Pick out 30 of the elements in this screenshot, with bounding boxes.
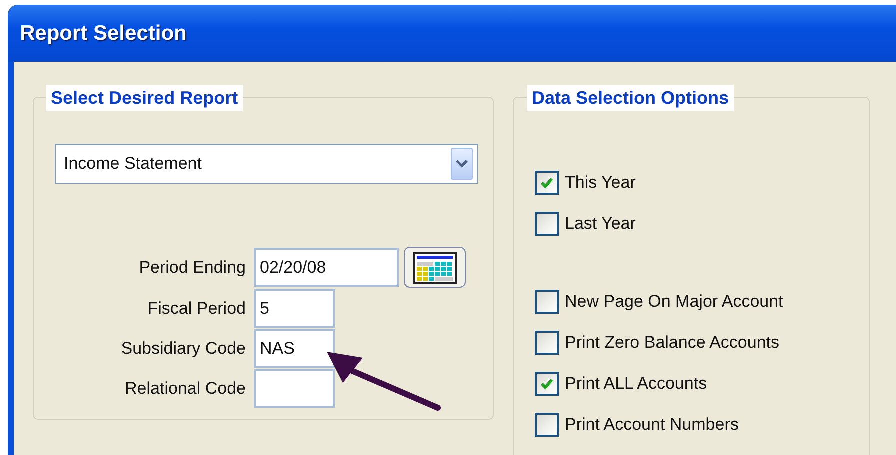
checkbox-label: This Year — [565, 172, 636, 194]
checkbox-label: Print ALL Accounts — [565, 372, 708, 395]
group-title: Select Desired Report — [46, 85, 244, 111]
calculator-icon — [413, 252, 457, 284]
checkmark-icon — [540, 378, 554, 390]
checkbox-label: Print Zero Balance Accounts — [565, 332, 780, 354]
chevron-down-icon — [456, 160, 468, 168]
checkbox[interactable] — [535, 372, 559, 396]
checkbox-label: New Page On Major Account — [565, 290, 784, 313]
calendar-button[interactable] — [404, 247, 466, 288]
field-label: Fiscal Period — [148, 298, 247, 320]
checkbox[interactable] — [535, 330, 559, 354]
field-label: Subsidiary Code — [121, 338, 247, 360]
checkmark-icon — [540, 176, 554, 188]
field-label: Period Ending — [139, 256, 247, 279]
input-field[interactable]: 02/20/08 — [254, 248, 399, 287]
dropdown-button[interactable] — [451, 148, 473, 180]
checkbox[interactable] — [535, 290, 559, 314]
window-title: Report Selection — [20, 20, 187, 47]
report-dropdown[interactable]: Income Statement — [55, 144, 478, 184]
checkbox[interactable] — [535, 212, 559, 236]
checkbox-label: Print Account Numbers — [565, 414, 739, 436]
checkbox[interactable] — [535, 170, 559, 194]
field-label: Relational Code — [125, 378, 247, 400]
input-field[interactable]: NAS — [254, 329, 335, 368]
checkbox-label: Last Year — [565, 212, 636, 235]
input-field[interactable]: 5 — [254, 289, 335, 328]
checkbox[interactable] — [535, 412, 559, 436]
group-title: Data Selection Options — [527, 85, 734, 111]
input-field[interactable] — [254, 369, 335, 408]
